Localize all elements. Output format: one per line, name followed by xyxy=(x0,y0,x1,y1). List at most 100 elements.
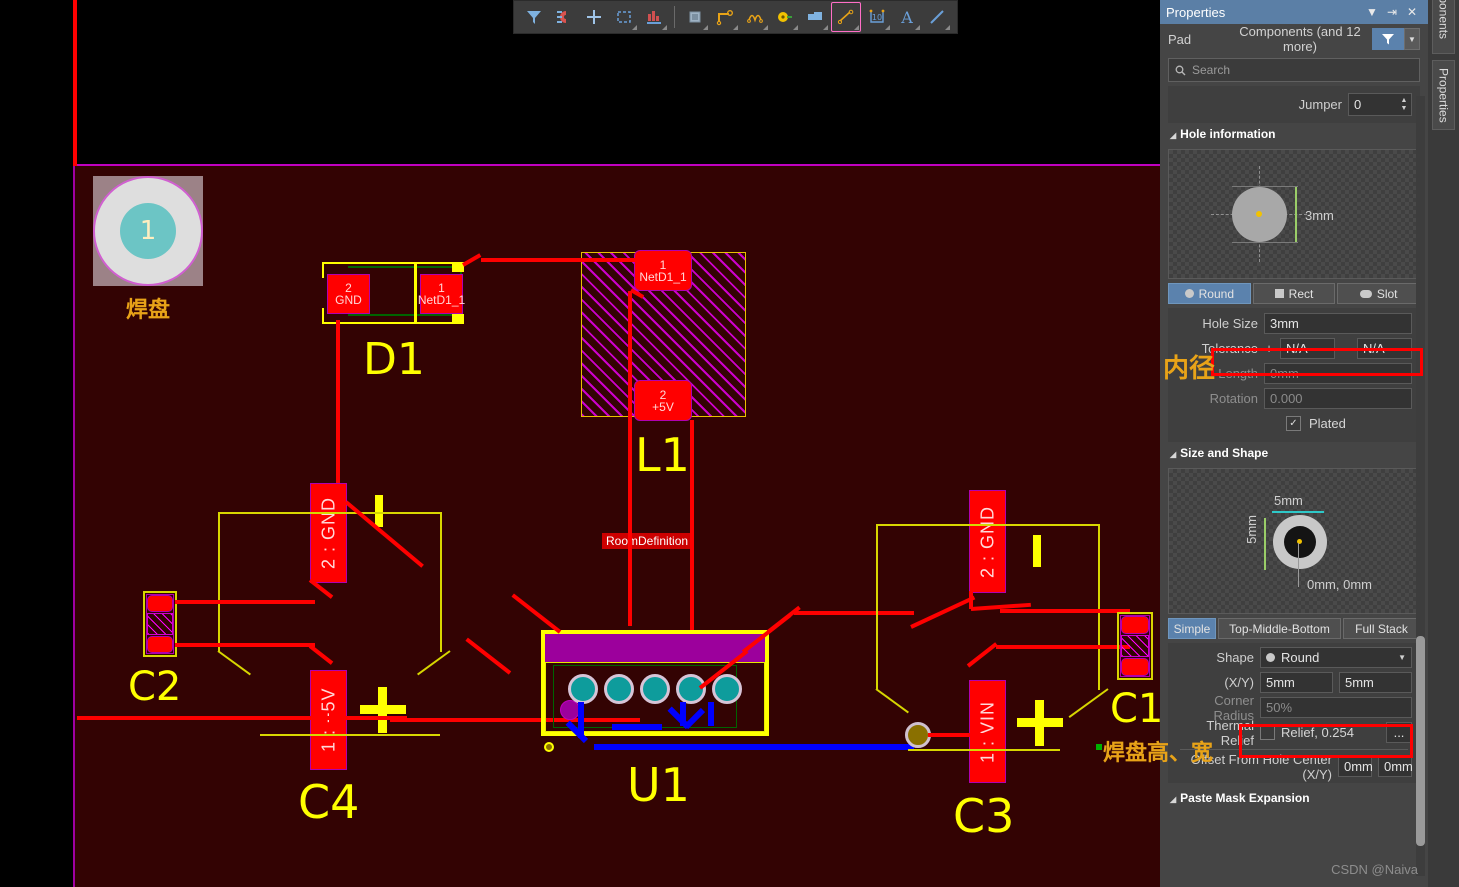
size-and-shape-section-header[interactable]: ◢ Size and Shape xyxy=(1160,442,1428,464)
pad-c4-1[interactable]: 1 : +5V xyxy=(310,670,347,770)
rect-hole-icon xyxy=(1274,289,1284,298)
toolbar-separator xyxy=(674,6,675,28)
trace-c3-vin[interactable] xyxy=(928,733,988,737)
room-definition-label[interactable]: RoomDefinition xyxy=(602,533,693,549)
tolerance-plus-input[interactable]: N/A xyxy=(1280,338,1335,359)
stepper-arrows[interactable]: ▲ ▼ xyxy=(1397,97,1411,113)
shape-select[interactable]: Round ▼ xyxy=(1260,647,1412,668)
trace-l1-2-vert[interactable] xyxy=(690,420,694,630)
offset-y-input[interactable]: 0mm xyxy=(1378,756,1413,777)
pad-c4-2[interactable]: 2 : GND xyxy=(310,483,347,583)
trace-d1-gnd-down[interactable] xyxy=(336,320,340,485)
edge-tab-components[interactable]: Components xyxy=(1432,0,1455,54)
rotation-label: Rotation xyxy=(1209,391,1258,406)
place-arc-icon[interactable] xyxy=(741,3,769,31)
stack-tab-full-stack[interactable]: Full Stack xyxy=(1343,618,1420,639)
select-area-icon[interactable] xyxy=(610,3,638,31)
shape-value: Round xyxy=(1281,650,1320,665)
search-input[interactable]: Search xyxy=(1168,58,1420,82)
jumper-value: 0 xyxy=(1354,97,1362,112)
place-text-icon[interactable]: A xyxy=(893,3,921,31)
trace-long-bottom-left[interactable] xyxy=(77,716,407,720)
pad-stack-tabs[interactable]: Simple Top-Middle-Bottom Full Stack xyxy=(1168,618,1420,639)
filter-icon[interactable] xyxy=(520,3,548,31)
pad-l1-2[interactable]: 2 +5V xyxy=(634,380,692,421)
hole-ext-top xyxy=(1232,186,1298,187)
magnet-snap-icon[interactable] xyxy=(550,3,578,31)
trace-l1-1-vert[interactable] xyxy=(628,306,632,626)
panel-scrollbar-thumb[interactable] xyxy=(1416,636,1425,846)
panel-scrollbar[interactable] xyxy=(1416,96,1425,876)
rotation-input[interactable]: 0.000 xyxy=(1264,388,1412,409)
pad-d1-2[interactable]: 2 GND xyxy=(327,274,370,314)
pad-d1-1[interactable]: 1 NetD1_1 xyxy=(418,274,465,314)
svg-text:A: A xyxy=(900,8,913,26)
place-pad-icon[interactable] xyxy=(771,3,799,31)
pad-l1-1[interactable]: 1 NetD1_1 xyxy=(634,250,692,291)
place-line-icon[interactable] xyxy=(923,3,951,31)
annotation-pad: 焊盘 xyxy=(126,298,171,323)
place-dimension-icon[interactable] xyxy=(831,2,861,32)
trace-c2-2[interactable] xyxy=(175,643,315,647)
trace-right-top[interactable] xyxy=(794,611,914,615)
pad-c1-1[interactable] xyxy=(1121,616,1149,634)
hole-size-input[interactable]: 3mm xyxy=(1264,313,1412,334)
paste-mask-expansion-section-header[interactable]: ◢ Paste Mask Expansion xyxy=(1160,787,1428,809)
u1-via[interactable] xyxy=(544,742,554,752)
trace-blue-u1-5[interactable] xyxy=(708,702,714,726)
pad-c3-1[interactable]: 1 : VIN xyxy=(969,680,1006,783)
preview-width-label: 5mm xyxy=(1274,493,1303,508)
hole-shape-rect[interactable]: Rect xyxy=(1252,283,1336,304)
layer-stack-icon[interactable] xyxy=(640,3,668,31)
filter-dropdown-button[interactable]: ▼ xyxy=(1404,28,1420,50)
pad-u1-3[interactable] xyxy=(640,674,670,704)
trace-blue-bottom[interactable] xyxy=(594,744,914,750)
c3-plus-v xyxy=(1035,700,1044,746)
pad-c2-1[interactable] xyxy=(147,595,173,612)
thermal-relief-checkbox[interactable] xyxy=(1260,725,1275,740)
jumper-stepper[interactable]: 0 ▲ ▼ xyxy=(1348,93,1412,116)
pcb-toolbar[interactable]: 10 A xyxy=(513,0,958,34)
trace-d1-l1[interactable] xyxy=(481,258,641,262)
edge-tab-properties[interactable]: Properties xyxy=(1432,60,1455,130)
pad-c1-2[interactable] xyxy=(1121,658,1149,676)
right-edge-tabstrip[interactable]: Components Properties xyxy=(1428,0,1459,887)
pad-u1-5[interactable] xyxy=(712,674,742,704)
length-input[interactable]: 0mm xyxy=(1264,363,1412,384)
thermal-relief-more-button[interactable]: ... xyxy=(1386,722,1412,743)
d1-silk-tl xyxy=(322,262,324,278)
pad-u1-2[interactable] xyxy=(604,674,634,704)
chevron-down-icon-shape[interactable]: ▼ xyxy=(1398,653,1406,662)
hole-shape-slot[interactable]: Slot xyxy=(1337,283,1421,304)
tolerance-minus-input[interactable]: N/A xyxy=(1357,338,1412,359)
place-string-icon[interactable]: 10 xyxy=(863,3,891,31)
hole-shape-tabs[interactable]: Round Rect Slot xyxy=(1168,283,1421,304)
pin-icon[interactable]: ⇥ xyxy=(1382,5,1402,19)
trace-c3-vin-right[interactable] xyxy=(996,645,1130,649)
plated-checkbox[interactable]: ✓ xyxy=(1286,416,1301,431)
pad-c2-2[interactable] xyxy=(147,636,173,653)
place-track-icon[interactable] xyxy=(711,3,739,31)
stack-tab-top-middle-bottom[interactable]: Top-Middle-Bottom xyxy=(1218,618,1341,639)
offset-x-input[interactable]: 0mm xyxy=(1338,756,1373,777)
filter-toggle-button[interactable] xyxy=(1372,28,1404,50)
c3-silk-bottom xyxy=(908,749,1060,751)
chevron-down-icon[interactable]: ▼ xyxy=(1362,5,1382,19)
pad-u1-1[interactable] xyxy=(568,674,598,704)
stack-tab-simple[interactable]: Simple xyxy=(1168,618,1216,639)
trace-c3-to-c1[interactable] xyxy=(1000,609,1130,613)
trace-blue-seg[interactable] xyxy=(612,724,662,730)
corner-radius-input[interactable]: 50% xyxy=(1260,697,1412,718)
trace-c2-1[interactable] xyxy=(175,600,315,604)
pad-c3-2[interactable]: 2 : GND xyxy=(969,490,1006,593)
crosshair-icon[interactable] xyxy=(580,3,608,31)
pad-y-input[interactable]: 5mm xyxy=(1339,672,1412,693)
hole-information-section-header[interactable]: ◢ Hole information xyxy=(1160,123,1428,145)
close-icon[interactable]: ✕ xyxy=(1402,5,1422,19)
hole-shape-rect-label: Rect xyxy=(1288,286,1314,301)
pcb-canvas[interactable]: 1 焊盘 2 GND 1 NetD1_1 D1 1 NetD1_1 2 +5V xyxy=(0,0,1160,887)
place-component-icon[interactable] xyxy=(681,3,709,31)
pad-x-input[interactable]: 5mm xyxy=(1260,672,1333,693)
place-polygon-icon[interactable] xyxy=(801,3,829,31)
hole-shape-round[interactable]: Round xyxy=(1168,283,1251,304)
